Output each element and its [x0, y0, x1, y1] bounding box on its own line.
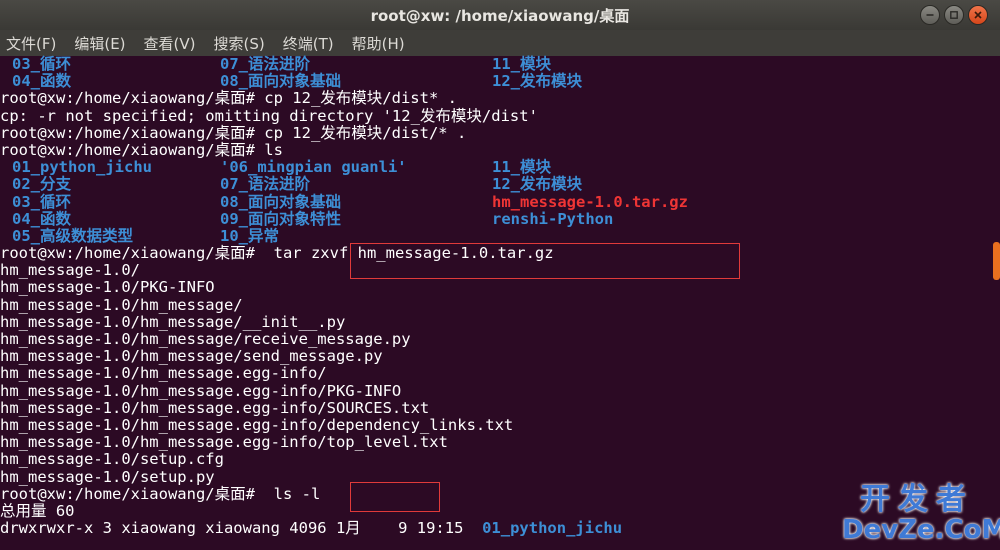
watermark-logo: 开发者 DevZe.CoM [842, 482, 1000, 545]
terminal-line: hm_message-1.0/hm_message/ [0, 295, 243, 314]
terminal-line: 03_循环 08_面向对象基础 hm_message-1.0.tar.gz [0, 192, 688, 211]
terminal-line: root@xw:/home/xiaowang/桌面# cp 12_发布模块/di… [0, 123, 467, 142]
terminal-line: 总用量 60 [0, 501, 75, 520]
title-bar[interactable]: root@xw: /home/xiaowang/桌面 [0, 0, 1000, 30]
terminal-line: hm_message-1.0/hm_message.egg-info/depen… [0, 415, 514, 434]
terminal-line: hm_message-1.0/hm_message.egg-info/SOURC… [0, 398, 430, 417]
terminal-line: hm_message-1.0/hm_message/send_message.p… [0, 347, 383, 366]
menu-help[interactable]: 帮助(H) [352, 33, 405, 54]
terminal-line: drwxrwxr-x 3 xiaowang xiaowang 4096 1月 9… [0, 519, 688, 538]
terminal-line: 02_分支 07_语法进阶 12_发布模块 [0, 176, 688, 193]
watermark-en: DevZe.CoM [842, 515, 1000, 545]
menu-search[interactable]: 搜索(S) [214, 33, 265, 54]
terminal-line: cp: -r not specified; omitting directory… [0, 106, 538, 125]
terminal-line: hm_message-1.0/hm_message/__init__.py [0, 312, 346, 331]
terminal-lines: 03_循环 07_语法进阶 11_模块 04_函数 08_面向对象基础 12_发布模块 ro… [0, 55, 688, 538]
line-part: 01_python_jichu [482, 519, 623, 538]
ls-entry: 04_函数 [12, 209, 71, 228]
ls-entry: hm_message-1.0.tar.gz [492, 192, 688, 211]
terminal-window: root@xw: /home/xiaowang/桌面 文件(F) 编辑(E) 查… [0, 0, 1000, 550]
close-icon [974, 11, 982, 19]
ls-entry: renshi-Python [492, 209, 614, 228]
window-controls [920, 5, 988, 25]
ls-entry: 03_循环 [12, 55, 71, 73]
terminal-line: 01_python_jichu '06_mingpian guanli' 11_模块 [0, 158, 688, 177]
ls-entry: 12_发布模块 [492, 72, 582, 91]
ls-entry: 11_模块 [492, 55, 551, 73]
terminal-line: hm_message-1.0/hm_message.egg-info/PKG-I… [0, 381, 402, 400]
minimize-icon [926, 14, 934, 16]
menu-bar: 文件(F) 编辑(E) 查看(V) 搜索(S) 终端(T) 帮助(H) [0, 30, 1000, 56]
ls-entry: 02_分支 [12, 175, 71, 194]
terminal-line: root@xw:/home/xiaowang/桌面# ls [0, 140, 283, 159]
close-button[interactable] [968, 5, 988, 25]
ls-entry: '06_mingpian guanli' [220, 158, 407, 177]
terminal-line: root@xw:/home/xiaowang/桌面# cp 12_发布模块/di… [0, 89, 457, 108]
maximize-button[interactable] [944, 5, 964, 25]
watermark-cn: 开发者 [860, 482, 974, 517]
menu-terminal[interactable]: 终端(T) [283, 33, 334, 54]
terminal-line: 04_函数 08_面向对象基础 12_发布模块 [0, 72, 688, 91]
window-title: root@xw: /home/xiaowang/桌面 [370, 6, 630, 25]
ls-entry: 05_高级数据类型 [12, 226, 133, 245]
terminal-line: hm_message-1.0/hm_message.egg-info/ [0, 364, 327, 383]
highlight-ls-command [350, 482, 440, 512]
terminal-line: hm_message-1.0/PKG-INFO [0, 278, 215, 297]
ls-entry: 07_语法进阶 [220, 55, 310, 73]
ls-entry: 07_语法进阶 [220, 175, 310, 194]
ls-entry: 03_循环 [12, 192, 71, 211]
terminal-line: 03_循环 07_语法进阶 11_模块 [0, 55, 688, 73]
terminal-line: hm_message-1.0/setup.py [0, 467, 215, 486]
terminal-line: hm_message-1.0/setup.cfg [0, 450, 224, 469]
terminal-line: hm_message-1.0/hm_message/receive_messag… [0, 330, 411, 348]
scrollbar-thumb[interactable] [993, 242, 1000, 280]
menu-view[interactable]: 查看(V) [144, 33, 196, 54]
minimize-button[interactable] [920, 5, 940, 25]
ls-entry: 09_面向对象特性 [220, 209, 341, 228]
terminal-output[interactable]: 03_循环 07_语法进阶 11_模块 04_函数 08_面向对象基础 12_发布模块 ro… [0, 55, 1000, 550]
menu-edit[interactable]: 编辑(E) [74, 33, 125, 54]
menu-file[interactable]: 文件(F) [6, 33, 56, 54]
ls-entry: 08_面向对象基础 [220, 192, 341, 211]
highlight-tar-command [350, 243, 740, 279]
line-part: drwxrwxr-x 3 xiaowang xiaowang 4096 1月 9… [0, 519, 483, 538]
maximize-icon [950, 11, 958, 19]
terminal-line: hm_message-1.0/hm_message.egg-info/top_l… [0, 433, 448, 452]
ls-entry: 04_函数 [12, 72, 71, 91]
ls-entry: 08_面向对象基础 [220, 72, 341, 91]
terminal-line: root@xw:/home/xiaowang/桌面# ls -l [0, 484, 321, 503]
ls-entry: 12_发布模块 [492, 175, 582, 194]
ls-entry: 01_python_jichu [12, 158, 152, 177]
ls-entry: 11_模块 [492, 158, 551, 177]
terminal-line: 04_函数 09_面向对象特性 renshi-Python [0, 209, 688, 228]
